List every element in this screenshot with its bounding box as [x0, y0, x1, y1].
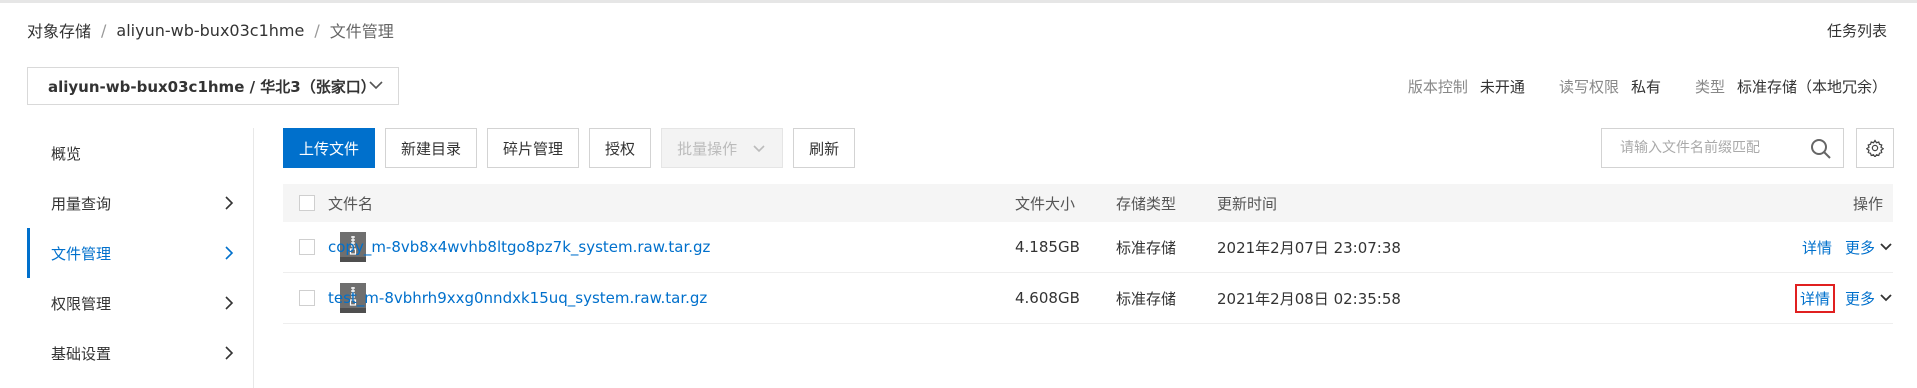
search-input[interactable] — [1602, 129, 1812, 167]
column-header-name[interactable]: 文件名 — [328, 184, 373, 222]
breadcrumb-separator: / — [314, 20, 320, 40]
new-directory-button[interactable]: 新建目录 — [385, 128, 478, 168]
file-table: 文件名 文件大小 存储类型 更新时间 操作 copy_m-8vb8x4wvhb8… — [283, 184, 1893, 324]
sidebar-item-label: 基础设置 — [51, 344, 112, 363]
column-header-size[interactable]: 文件大小 — [1015, 184, 1075, 222]
chevron-right-icon — [225, 196, 234, 210]
chevron-down-icon — [1880, 243, 1892, 251]
breadcrumb-root[interactable]: 对象存储 — [27, 18, 91, 42]
sidebar-item-label: 概览 — [51, 144, 82, 163]
row-actions: 详情 更多 — [1799, 222, 1893, 272]
sidebar-item-usage[interactable]: 用量查询 — [27, 178, 253, 228]
file-updated-time: 2021年2月07日 23:07:38 — [1217, 238, 1401, 257]
file-name-link[interactable]: copy_m-8vb8x4wvhb8ltgo8pz7k_system.raw.t… — [328, 222, 710, 272]
breadcrumb-current: 文件管理 — [329, 22, 394, 41]
bucket-selector-value: aliyun-wb-bux03c1hme / 华北3（张家口） — [48, 77, 376, 96]
file-search — [1601, 128, 1844, 168]
chevron-right-icon — [225, 296, 234, 310]
select-all-checkbox[interactable] — [299, 195, 315, 211]
toolbar: 上传文件 新建目录 碎片管理 授权 批量操作 刷新 — [283, 128, 865, 168]
select-all-cell — [299, 184, 315, 222]
table-row: test_m-8vbhrh9xxg0nndxk15uq_system.raw.t… — [283, 273, 1893, 324]
prop-version-label: 版本控制 — [1407, 78, 1468, 96]
refresh-button[interactable]: 刷新 — [793, 128, 856, 168]
settings-button[interactable] — [1856, 128, 1894, 168]
more-dropdown[interactable]: 更多 — [1845, 237, 1893, 258]
top-divider — [0, 0, 1917, 3]
column-header-updated[interactable]: 更新时间 — [1217, 184, 1277, 222]
sidebar-item-basic-settings[interactable]: 基础设置 — [27, 328, 253, 378]
detail-link[interactable]: 详情 — [1799, 235, 1835, 260]
file-size: 4.185GB — [1015, 238, 1080, 256]
chevron-down-icon — [369, 81, 383, 90]
table-row: copy_m-8vb8x4wvhb8ltgo8pz7k_system.raw.t… — [283, 222, 1893, 273]
sidebar-item-label: 权限管理 — [51, 294, 112, 313]
more-label: 更多 — [1844, 238, 1875, 257]
task-list-link[interactable]: 任务列表 — [1827, 20, 1887, 41]
chevron-down-icon — [1880, 294, 1892, 302]
fragment-management-button[interactable]: 碎片管理 — [487, 128, 580, 168]
file-storage-type: 标准存储 — [1116, 289, 1177, 308]
column-header-action: 操作 — [1852, 194, 1883, 213]
sidebar: 概览 用量查询 文件管理 权限管理 基础设置 — [27, 128, 254, 388]
prop-type-label: 类型 — [1694, 78, 1725, 96]
batch-operations-label: 批量操作 — [677, 139, 738, 158]
sidebar-item-overview[interactable]: 概览 — [27, 128, 253, 178]
chevron-right-icon — [225, 346, 234, 360]
file-size: 4.608GB — [1015, 289, 1080, 307]
chevron-down-icon — [753, 145, 765, 153]
row-actions: 详情 更多 — [1794, 273, 1893, 323]
prop-version-value: 未开通 — [1479, 78, 1525, 96]
file-name-link[interactable]: test_m-8vbhrh9xxg0nndxk15uq_system.raw.t… — [328, 273, 707, 323]
upload-file-button[interactable]: 上传文件 — [283, 128, 376, 168]
bucket-properties: 版本控制 未开通 读写权限 私有 类型 标准存储（本地冗余） — [1408, 76, 1887, 97]
prop-acl-label: 读写权限 — [1558, 78, 1619, 96]
breadcrumb-separator: / — [101, 20, 107, 40]
search-icon[interactable] — [1809, 137, 1833, 161]
file-storage-type: 标准存储 — [1116, 238, 1177, 257]
breadcrumb-bucket[interactable]: aliyun-wb-bux03c1hme — [116, 21, 304, 40]
file-updated-time: 2021年2月08日 02:35:58 — [1217, 289, 1401, 308]
column-header-storage: 存储类型 — [1116, 194, 1177, 213]
sidebar-item-file-management[interactable]: 文件管理 — [27, 228, 253, 278]
bucket-selector[interactable]: aliyun-wb-bux03c1hme / 华北3（张家口） — [27, 67, 399, 105]
sidebar-item-permissions[interactable]: 权限管理 — [27, 278, 253, 328]
gear-icon — [1866, 139, 1884, 157]
prop-acl-value: 私有 — [1630, 78, 1661, 96]
chevron-right-icon — [225, 246, 234, 260]
more-label: 更多 — [1844, 289, 1875, 308]
sidebar-item-label: 用量查询 — [51, 194, 112, 213]
table-header: 文件名 文件大小 存储类型 更新时间 操作 — [283, 184, 1893, 222]
more-dropdown[interactable]: 更多 — [1845, 288, 1893, 309]
detail-link[interactable]: 详情 — [1794, 283, 1835, 313]
breadcrumb: 对象存储 / aliyun-wb-bux03c1hme / 文件管理 — [27, 18, 394, 42]
authorize-button[interactable]: 授权 — [589, 128, 652, 168]
prop-type-value: 标准存储（本地冗余） — [1736, 78, 1887, 96]
batch-operations-button[interactable]: 批量操作 — [661, 128, 784, 168]
sidebar-item-label: 文件管理 — [51, 244, 112, 263]
